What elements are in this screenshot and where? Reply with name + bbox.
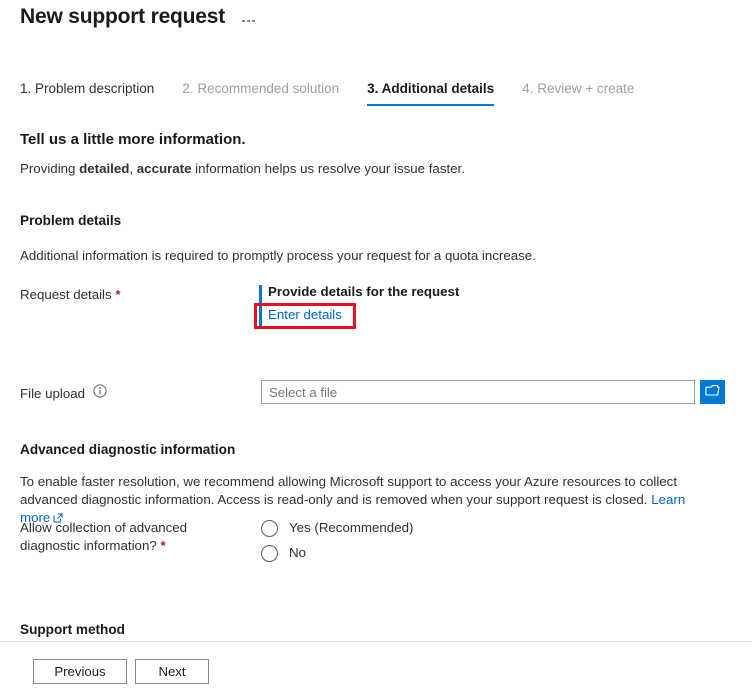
advanced-diagnostics-text: To enable faster resolution, we recommen… [20, 474, 678, 507]
intro-description: Providing detailed, accurate information… [20, 160, 465, 178]
wizard-tabs: 1. Problem description 2. Recommended so… [20, 80, 662, 106]
allow-collection-label: Allow collection of advanced diagnostic … [20, 519, 250, 555]
tab-recommended-solution[interactable]: 2. Recommended solution [182, 80, 353, 106]
intro-heading: Tell us a little more information. [20, 131, 246, 148]
file-upload-label: File upload [20, 384, 107, 403]
tab-review-create[interactable]: 4. Review + create [522, 80, 648, 106]
request-details-label-text: Request details [20, 287, 112, 302]
file-upload-input[interactable] [261, 380, 695, 404]
radio-option-no[interactable]: No [261, 544, 306, 562]
info-icon[interactable] [93, 384, 107, 403]
support-request-page: New support request 1. Problem descripti… [0, 0, 752, 688]
request-details-value-title: Provide details for the request [268, 284, 460, 299]
intro-bold-accurate: accurate [136, 161, 192, 176]
section-support-method: Support method [20, 622, 125, 637]
tab-problem-description[interactable]: 1. Problem description [20, 80, 168, 106]
intro-bold-detailed: detailed [79, 161, 130, 176]
request-details-value-block: Provide details for the request Enter de… [254, 283, 460, 329]
wizard-footer: Previous Next [0, 641, 752, 688]
radio-label-no: No [289, 545, 306, 560]
page-header: New support request [20, 2, 258, 32]
required-asterisk: * [115, 287, 121, 302]
previous-button[interactable]: Previous [33, 659, 127, 684]
section-problem-details: Problem details [20, 213, 122, 228]
required-asterisk-allow: * [160, 538, 166, 553]
browse-file-button[interactable] [700, 380, 725, 404]
more-options-icon[interactable] [239, 14, 258, 27]
intro-text-1: Providing [20, 161, 80, 176]
file-upload-label-text: File upload [20, 385, 86, 401]
folder-icon [705, 384, 720, 400]
radio-circle-no[interactable] [261, 544, 278, 562]
intro-text-2: , [129, 161, 137, 176]
accent-bar [259, 285, 262, 327]
request-details-label: Request details * [20, 286, 121, 304]
next-button[interactable]: Next [135, 659, 209, 684]
problem-details-description: Additional information is required to pr… [20, 248, 536, 263]
radio-label-yes: Yes (Recommended) [289, 520, 414, 535]
page-title: New support request [20, 5, 226, 28]
section-advanced-diagnostics: Advanced diagnostic information [20, 442, 236, 457]
tab-additional-details[interactable]: 3. Additional details [367, 80, 508, 106]
intro-text-3: information helps us resolve your issue … [191, 161, 465, 176]
radio-circle-yes[interactable] [261, 519, 278, 537]
radio-option-yes[interactable]: Yes (Recommended) [261, 519, 413, 537]
enter-details-link[interactable]: Enter details [268, 306, 342, 324]
